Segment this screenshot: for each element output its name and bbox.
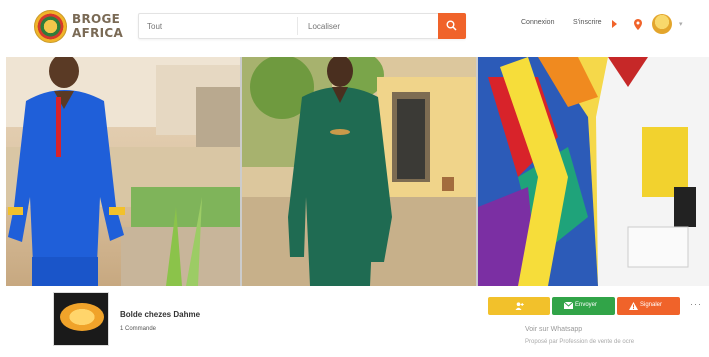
banner-photo-green-outfit (242, 57, 476, 286)
signup-link[interactable]: S'inscrire (573, 19, 602, 26)
shop-address-line1: Voir sur Whatsapp (525, 326, 583, 333)
more-options-button[interactable]: ··· (690, 299, 702, 309)
location-input[interactable] (298, 14, 438, 38)
contact-label: Envoyer (575, 302, 598, 308)
shop-address-line2: Proposé par Profession de vente de ocre (525, 339, 635, 345)
shop-subtitle: 1 Commande (120, 326, 157, 332)
warning-icon (629, 302, 638, 310)
site-logo[interactable]: BROGE AFRICA (34, 10, 124, 44)
user-avatar[interactable] (652, 14, 672, 34)
follow-button[interactable] (488, 297, 550, 315)
contact-button[interactable]: Envoyer (552, 297, 615, 315)
login-link[interactable]: Connexion (521, 19, 554, 26)
blue-outfit-image (6, 57, 240, 286)
green-outfit-image (242, 57, 476, 286)
mail-icon (564, 302, 573, 309)
logo-emblem (34, 10, 67, 43)
search-input[interactable] (139, 14, 297, 38)
shop-name: Bolde chezes Dahme (120, 310, 201, 319)
chevron-down-icon[interactable]: ▾ (679, 20, 683, 28)
report-button[interactable]: Signaler (617, 297, 680, 315)
search-bar (138, 13, 466, 39)
shop-banner (6, 57, 709, 286)
site-header: BROGE AFRICA Connexion S'inscrire ▾ (0, 0, 709, 52)
banner-photo-blue-outfit (6, 57, 240, 286)
flag-icon[interactable] (612, 20, 621, 29)
shop-logo[interactable] (53, 292, 109, 346)
printed-shirt-image (478, 57, 709, 286)
logo-text: BROGE AFRICA (72, 12, 124, 40)
search-icon (446, 20, 457, 31)
shop-logo-emblem (60, 303, 104, 331)
user-plus-icon (515, 302, 524, 310)
report-label: Signaler (640, 302, 663, 308)
banner-photo-printed-shirt (478, 57, 709, 286)
location-pin-icon[interactable] (634, 19, 642, 30)
search-button[interactable] (438, 13, 466, 39)
